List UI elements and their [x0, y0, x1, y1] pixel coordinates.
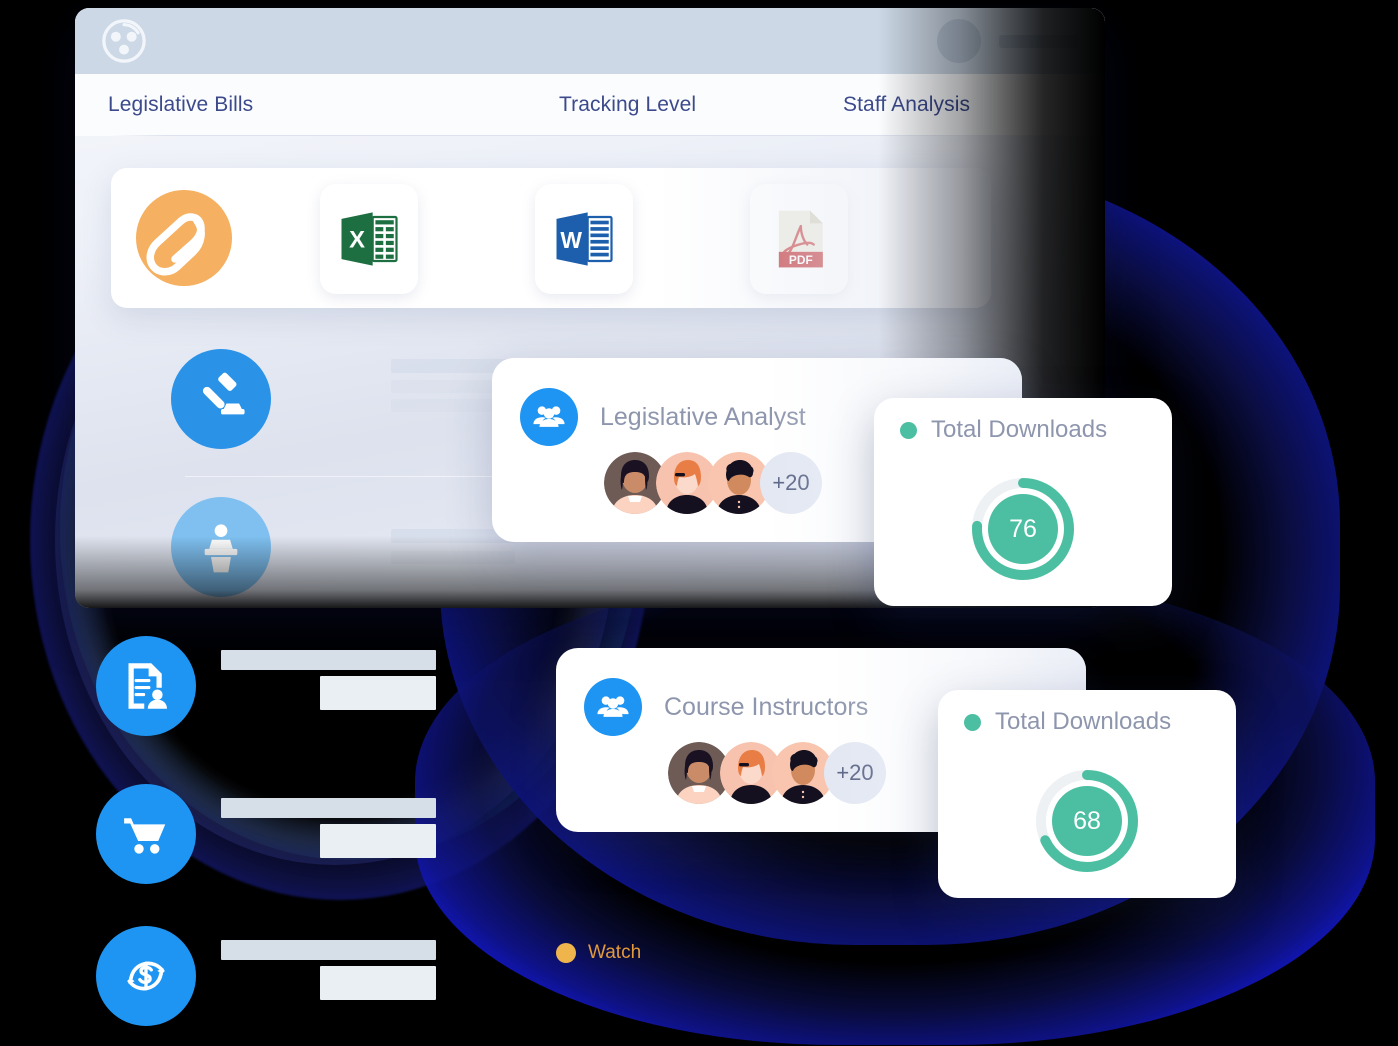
list-item[interactable] [96, 784, 196, 884]
placeholder-bar [320, 840, 436, 858]
watch-dot-icon [556, 943, 576, 963]
podium-speaker-icon [204, 524, 238, 573]
word-file-button[interactable]: W [535, 184, 633, 294]
svg-text:W: W [560, 227, 582, 253]
pdf-file-button[interactable]: PDF [750, 184, 848, 294]
role-card-header: Course Instructors [584, 678, 868, 736]
list-item[interactable] [171, 497, 271, 597]
tab-bar: Legislative Bills Tracking Level Staff A… [75, 74, 1105, 136]
excel-file-button[interactable]: X [320, 184, 418, 294]
donut-value: 76 [988, 494, 1058, 564]
tab-tracking-level[interactable]: Tracking Level [559, 93, 696, 117]
window-titlebar [75, 8, 1105, 74]
excel-file-icon: X [341, 212, 398, 266]
stat-card-header: Total Downloads [900, 416, 1107, 444]
shopping-cart-icon [124, 818, 166, 854]
placeholder-bar [221, 940, 436, 960]
placeholder-bar [320, 692, 436, 710]
list-item[interactable] [96, 926, 196, 1026]
attachment-button[interactable] [134, 188, 234, 288]
stat-card-label: Total Downloads [931, 416, 1108, 443]
stat-card-total-downloads-68: Total Downloads 68 [938, 690, 1236, 898]
placeholder-bar [391, 551, 515, 564]
gavel-icon [202, 372, 245, 415]
watch-chip[interactable]: Watch [556, 942, 641, 964]
avatar-group: +20 [604, 452, 822, 514]
file-type-strip: X W PDF [111, 168, 991, 308]
account-name-placeholder [999, 34, 1079, 48]
placeholder-bar [221, 650, 436, 670]
placeholder-bar [320, 982, 436, 1000]
list-item[interactable] [96, 636, 196, 736]
document-profile-icon [128, 663, 167, 709]
stat-card-total-downloads-76: Total Downloads 76 [874, 398, 1172, 606]
status-dot-icon [964, 713, 981, 731]
donut-value: 68 [1052, 786, 1122, 856]
screenshot-stage: Legislative Bills Tracking Level Staff A… [0, 0, 1398, 1046]
role-card-header: Legislative Analyst [520, 388, 806, 446]
placeholder-bar [221, 798, 436, 818]
word-file-icon: W [556, 212, 613, 266]
role-card-title: Legislative Analyst [600, 402, 806, 431]
dollar-refresh-icon [127, 961, 165, 991]
list-item[interactable] [171, 349, 271, 449]
tab-legislative-bills[interactable]: Legislative Bills [108, 93, 253, 117]
stat-card-header: Total Downloads [964, 708, 1171, 736]
donut-chart: 68 [1032, 766, 1142, 876]
collaboration-logo-icon [101, 18, 147, 64]
avatar-overflow-count[interactable]: +20 [824, 742, 886, 804]
watch-label: Watch [588, 942, 642, 963]
tab-divider [108, 135, 1075, 136]
users-group-icon [520, 388, 578, 446]
donut-chart: 76 [968, 474, 1078, 584]
users-group-icon [584, 678, 642, 736]
tab-staff-analysis[interactable]: Staff Analysis [843, 93, 970, 117]
avatar-group: +20 [668, 742, 886, 804]
svg-text:X: X [349, 226, 365, 253]
avatar-overflow-count[interactable]: +20 [760, 452, 822, 514]
status-dot-icon [900, 421, 917, 439]
svg-text:PDF: PDF [789, 253, 813, 267]
role-card-title: Course Instructors [664, 692, 869, 721]
stat-card-label: Total Downloads [995, 708, 1172, 735]
pdf-file-icon: PDF [778, 210, 823, 268]
avatar[interactable] [937, 19, 981, 63]
